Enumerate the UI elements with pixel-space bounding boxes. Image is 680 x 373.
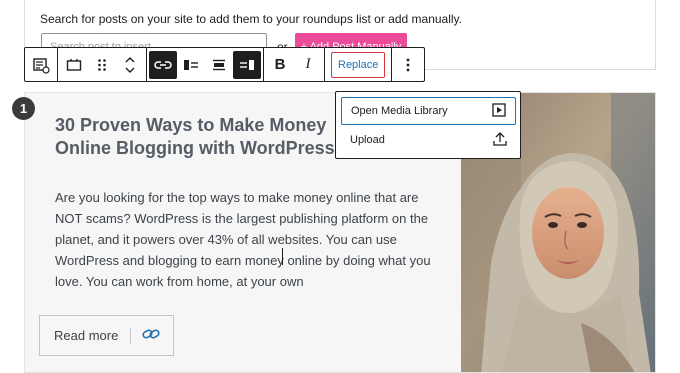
more-options-icon[interactable]	[394, 51, 422, 79]
step-number-badge: 1	[12, 97, 35, 120]
open-media-library-menu-item[interactable]: Open Media Library	[341, 97, 516, 125]
layout-group	[147, 48, 264, 81]
card-layout-icon[interactable]	[60, 51, 88, 79]
format-group: B I	[264, 48, 325, 81]
link-toggle-icon[interactable]	[149, 50, 177, 79]
replace-group: Replace	[325, 48, 393, 81]
media-library-icon	[492, 102, 506, 120]
post-title[interactable]: 30 Proven Ways to Make Money Online Blog…	[55, 114, 355, 160]
bold-button[interactable]: B	[266, 51, 294, 79]
align-right-media-icon[interactable]	[233, 50, 261, 79]
align-left-media-icon[interactable]	[177, 51, 205, 79]
align-center-icon[interactable]	[205, 51, 233, 79]
read-more-label: Read more	[54, 328, 119, 343]
replace-button[interactable]: Replace	[331, 51, 386, 78]
post-excerpt[interactable]: Are you looking for the top ways to make…	[55, 187, 433, 292]
drag-handle-icon[interactable]	[88, 51, 116, 79]
block-toolbar: B I Replace	[24, 47, 426, 82]
block-type-icon[interactable]	[27, 51, 55, 79]
read-more-button[interactable]: Read more	[39, 315, 174, 356]
move-up-down-icon[interactable]	[116, 51, 144, 79]
open-media-library-label: Open Media Library	[351, 105, 448, 117]
search-description: Search for posts on your site to add the…	[40, 12, 463, 26]
italic-button[interactable]: I	[294, 51, 322, 79]
upload-label: Upload	[350, 134, 385, 146]
upload-icon	[493, 131, 507, 149]
block-mover-group	[58, 48, 147, 81]
block-type-group	[25, 48, 58, 81]
upload-menu-item[interactable]: Upload	[341, 126, 516, 154]
text-cursor	[282, 248, 283, 265]
options-group	[392, 48, 424, 81]
read-more-divider	[130, 327, 132, 344]
link-icon[interactable]	[142, 327, 160, 345]
replace-dropdown-menu: Open Media Library Upload	[335, 91, 521, 159]
